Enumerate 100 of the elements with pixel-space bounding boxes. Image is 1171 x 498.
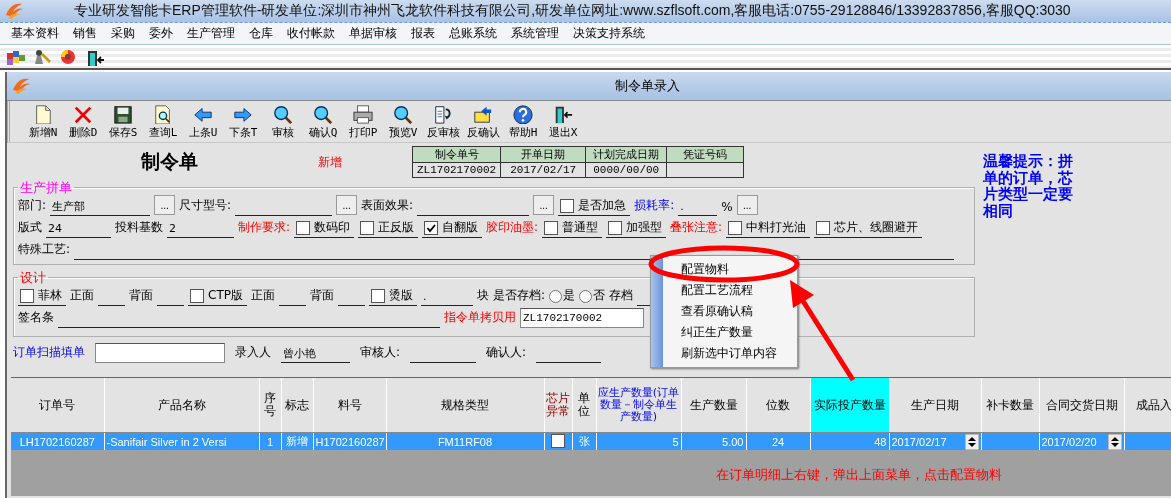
menu-item[interactable]: 配置物料 bbox=[663, 259, 777, 280]
checkbox-label: 普通型 bbox=[562, 219, 599, 236]
browse-button[interactable]: ... bbox=[533, 195, 555, 215]
input-field[interactable]: . bbox=[678, 198, 718, 216]
field-label: 是否存档: bbox=[492, 287, 545, 304]
toolbar-button[interactable]: 确认Q bbox=[304, 104, 342, 140]
column-header[interactable]: 成品入 bbox=[1124, 378, 1171, 433]
browse-button[interactable]: ... bbox=[154, 195, 176, 215]
tools-icon[interactable] bbox=[32, 47, 52, 66]
checkbox[interactable] bbox=[544, 220, 559, 235]
toolbar-button[interactable]: 反确认 bbox=[464, 104, 502, 140]
menu-item[interactable]: 配置工艺流程 bbox=[663, 280, 777, 301]
input-field[interactable]: . bbox=[420, 288, 473, 306]
checkbox-label: 自翻版 bbox=[442, 219, 479, 236]
menu-item[interactable]: 决策支持系统 bbox=[566, 25, 652, 42]
checkbox[interactable] bbox=[20, 288, 34, 303]
field-label: 损耗率: bbox=[634, 197, 675, 214]
browse-button[interactable]: ... bbox=[736, 195, 758, 215]
menu-item[interactable]: 收付帐款 bbox=[280, 25, 342, 42]
tip-text: 温馨提示：拼单的订单，芯片类型一定要相同 bbox=[983, 153, 1074, 222]
checkbox[interactable] bbox=[424, 220, 439, 235]
checkbox[interactable] bbox=[608, 220, 623, 235]
toolbar-button[interactable]: 反审核 bbox=[424, 104, 462, 140]
toolbar-button[interactable]: 预览V bbox=[384, 104, 422, 140]
field-label: 尺寸型号: bbox=[179, 197, 232, 214]
toolbar-button[interactable]: 退出X bbox=[544, 104, 582, 140]
column-header[interactable]: 补卡数量 bbox=[981, 378, 1039, 433]
menu-item[interactable]: 销售 bbox=[66, 25, 104, 42]
table-cell: 0000/00/00 bbox=[585, 162, 667, 178]
field-label: 背面 bbox=[309, 287, 334, 304]
column-header[interactable]: 产品名称 bbox=[104, 378, 259, 433]
checkbox-label: CTP版 bbox=[208, 287, 243, 304]
radio-button[interactable] bbox=[549, 290, 562, 303]
menu-item[interactable]: 生产管理 bbox=[180, 25, 242, 42]
toolbar-button[interactable]: 查询L bbox=[144, 104, 182, 140]
checkbox[interactable] bbox=[360, 220, 375, 235]
checkbox[interactable] bbox=[370, 288, 385, 303]
checkbox[interactable] bbox=[728, 220, 743, 235]
toolbar-button[interactable]: 打印P bbox=[344, 104, 382, 140]
checkbox[interactable] bbox=[560, 198, 575, 213]
table-cell: 2017/02/17 bbox=[500, 162, 586, 178]
input-field[interactable]: ZL1702170002 bbox=[520, 308, 644, 328]
table-cell: 2017/02/20 bbox=[1041, 435, 1097, 448]
toolbar-button[interactable]: 下条T bbox=[224, 104, 262, 140]
menu-item[interactable]: 纠正生产数量 bbox=[663, 322, 777, 343]
menu-item[interactable]: 仓库 bbox=[242, 25, 280, 42]
unit-label: 块 bbox=[476, 287, 489, 304]
column-header[interactable]: 生产日期 bbox=[889, 378, 981, 433]
column-header[interactable]: 位数 bbox=[746, 378, 810, 433]
toolbar-button[interactable]: 删除D bbox=[64, 104, 102, 140]
toolbar-button[interactable]: 新增N bbox=[24, 104, 62, 140]
radio-label: 是 bbox=[563, 287, 575, 304]
toolbar-button[interactable]: 保存S bbox=[104, 104, 142, 140]
column-header[interactable]: 合同交货日期 bbox=[1039, 378, 1124, 433]
column-header[interactable]: 单位 bbox=[572, 378, 596, 433]
magnifier-icon bbox=[391, 104, 415, 124]
menu-item[interactable]: 采购 bbox=[104, 25, 142, 42]
table-cell: 2017/02/17 bbox=[891, 435, 947, 448]
input-field[interactable] bbox=[95, 343, 225, 363]
toolbar-button[interactable]: 上条U bbox=[184, 104, 222, 140]
column-header[interactable]: 应生产数量(订单数量－制令单生产数量) bbox=[596, 378, 681, 433]
input-field[interactable]: 曾小艳 bbox=[281, 345, 350, 363]
checkbox-label: 加强型 bbox=[626, 219, 663, 236]
input-field[interactable]: 2 bbox=[167, 220, 234, 238]
menu-item[interactable]: 总账系统 bbox=[442, 25, 504, 42]
column-header[interactable]: 生产数量 bbox=[681, 378, 746, 433]
field-label: 正面 bbox=[70, 287, 94, 304]
checkbox[interactable] bbox=[296, 220, 311, 235]
toolbar-button[interactable]: 帮助H bbox=[504, 104, 542, 140]
column-header[interactable]: 实际投产数量 bbox=[810, 378, 889, 433]
menu-item[interactable]: 系统管理 bbox=[504, 25, 566, 42]
menu-item[interactable]: 基本资料 bbox=[4, 25, 66, 42]
column-header[interactable]: 芯片异常 bbox=[544, 378, 572, 433]
checkbox-label: 中料打光油 bbox=[746, 219, 807, 236]
checkbox[interactable] bbox=[816, 220, 831, 235]
checkbox[interactable] bbox=[190, 288, 204, 303]
spinner-icon[interactable] bbox=[1107, 433, 1122, 450]
column-header[interactable]: 料号 bbox=[313, 378, 386, 433]
radio-button[interactable] bbox=[579, 290, 592, 303]
menu-item[interactable]: 委外 bbox=[142, 25, 180, 42]
spinner-icon[interactable] bbox=[964, 433, 979, 450]
field-label: 订单扫描填单 bbox=[13, 344, 85, 361]
radio-label: 否 bbox=[593, 287, 605, 304]
checkbox-label: 芯片、线圈避开 bbox=[834, 219, 919, 236]
menu-item[interactable]: 报表 bbox=[404, 25, 442, 42]
toolbar-button[interactable]: 审核 bbox=[264, 104, 302, 140]
circular-arrows-icon[interactable] bbox=[58, 47, 78, 66]
input-field[interactable]: 24 bbox=[46, 220, 111, 238]
menu-item[interactable]: 刷新选中订单内容 bbox=[663, 343, 777, 364]
column-header[interactable]: 规格类型 bbox=[386, 378, 544, 433]
column-header: 计划完成日期 bbox=[585, 146, 667, 163]
field-label: 版式 bbox=[18, 219, 42, 236]
checkbox[interactable] bbox=[551, 433, 565, 448]
column-header[interactable]: 序号 bbox=[259, 378, 281, 433]
column-header[interactable]: 订单号 bbox=[11, 378, 104, 433]
input-field[interactable]: 生产部 bbox=[50, 198, 151, 216]
menu-item[interactable]: 查看原确认稿 bbox=[663, 301, 777, 322]
column-header[interactable]: 标志 bbox=[281, 378, 313, 433]
browse-button[interactable]: ... bbox=[336, 195, 358, 215]
menu-item[interactable]: 单据审核 bbox=[342, 25, 404, 42]
